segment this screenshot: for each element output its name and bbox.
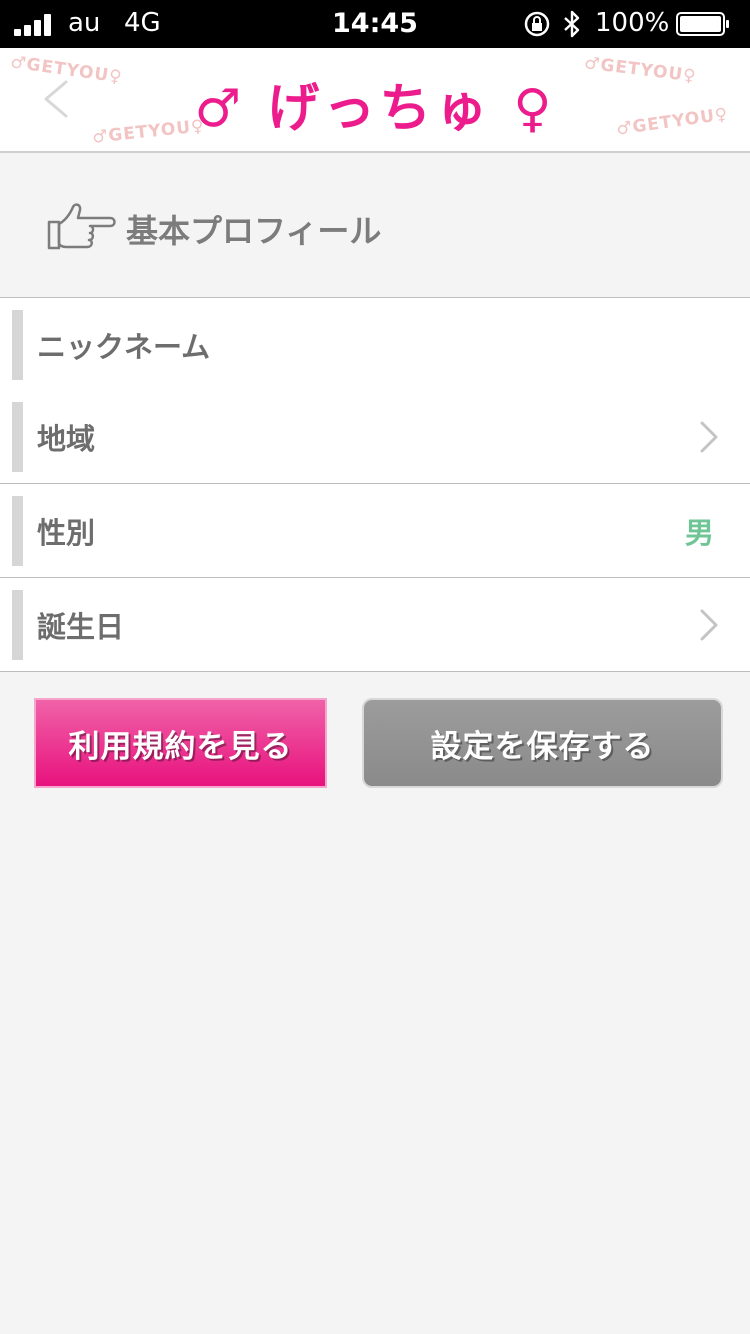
- pointing-hand-icon: [47, 203, 116, 250]
- chevron-right-icon: [700, 421, 718, 453]
- battery-icon: [676, 12, 729, 36]
- bluetooth-icon: [564, 10, 580, 38]
- app-header: ♂GETYOU♀ ♂GETYOU♀ ♂GETYOU♀ ♂GETYOU♀ ♂ げっ…: [0, 48, 750, 153]
- battery-percentage: 100%: [595, 8, 670, 38]
- rotation-lock-icon: [524, 11, 550, 37]
- profile-row-gender[interactable]: 性別 男: [0, 484, 750, 578]
- profile-row-birthday[interactable]: 誕生日: [0, 578, 750, 672]
- profile-row-region[interactable]: 地域: [0, 390, 750, 484]
- app-logo: ♂ げっちゅ ♀: [0, 66, 750, 141]
- birthday-label: 誕生日: [37, 610, 125, 644]
- section-title: 基本プロフィール: [126, 212, 382, 250]
- row-marker: [12, 402, 23, 472]
- save-settings-button[interactable]: 設定を保存する: [362, 698, 723, 788]
- nickname-label: ニックネーム: [37, 330, 211, 364]
- chevron-right-icon: [700, 609, 718, 641]
- gender-label: 性別: [37, 516, 96, 550]
- app-logo-text: ♂ げっちゅ ♀: [194, 79, 556, 139]
- region-label: 地域: [37, 422, 96, 456]
- gender-value: 男: [684, 516, 714, 550]
- profile-row-nickname[interactable]: ニックネーム: [0, 297, 750, 392]
- row-marker: [12, 590, 23, 660]
- status-bar: au 4G 14:45 100%: [0, 0, 750, 48]
- view-terms-button[interactable]: 利用規約を見る: [34, 698, 327, 788]
- row-marker: [12, 310, 23, 380]
- row-marker: [12, 496, 23, 566]
